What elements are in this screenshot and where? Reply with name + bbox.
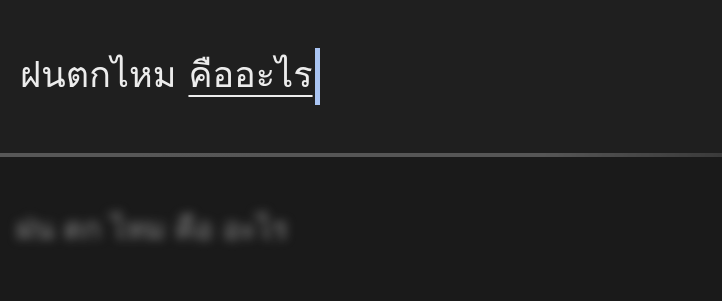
- typed-text: ฝนตกไหม: [20, 55, 177, 96]
- text-editor[interactable]: ฝนตกไหม คืออะไร ฝน ตก ไหม คือ อะไร: [0, 0, 722, 301]
- suggestion-bar: ฝน ตก ไหม คือ อะไร: [0, 157, 722, 301]
- text-input-line[interactable]: ฝนตกไหม คืออะไร: [20, 46, 320, 106]
- text-caret: [314, 47, 320, 105]
- composing-text: คืออะไร: [188, 55, 313, 96]
- blurred-suggestion-text[interactable]: ฝน ตก ไหม คือ อะไร: [16, 205, 288, 255]
